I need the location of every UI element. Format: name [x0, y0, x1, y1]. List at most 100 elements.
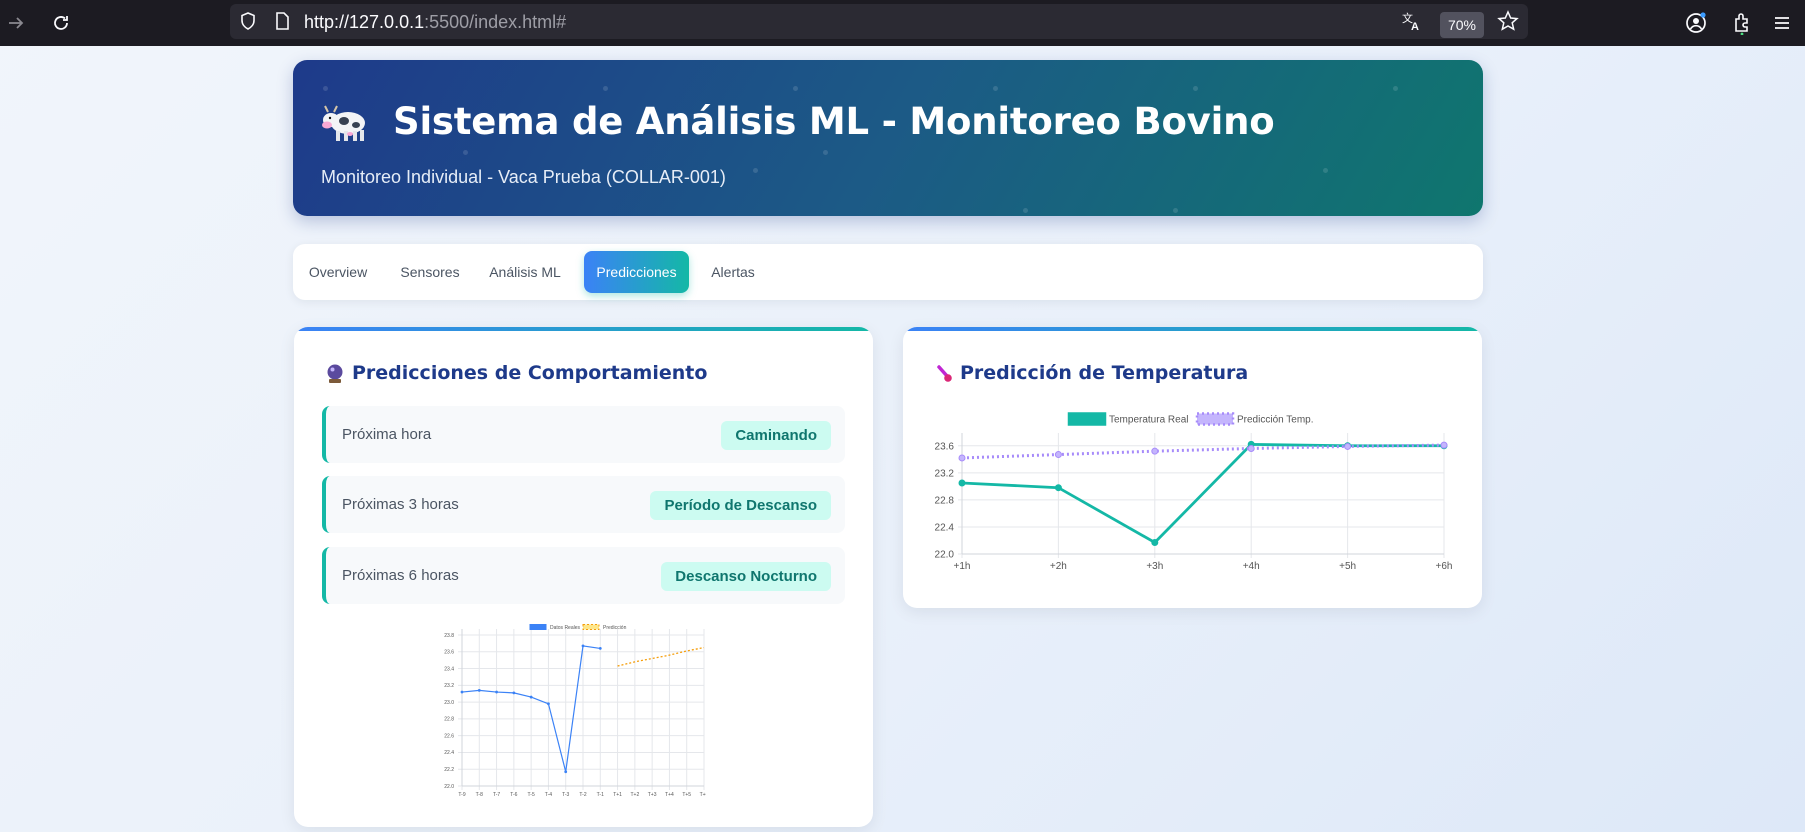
tab-alertas[interactable]: Alertas	[709, 251, 757, 293]
y-tick-label: 23.0	[444, 700, 454, 706]
page-subtitle: Monitoreo Individual - Vaca Prueba (COLL…	[321, 167, 726, 187]
temperature-chart: 22.0 22.4 22.8 23.2 23.6 +1h +2h +3h +4h +5h +6h Te…	[935, 412, 1453, 572]
y-tick-label: 22.4	[444, 750, 454, 756]
legend-label: Predicción	[603, 625, 627, 631]
legend-label: Datos Reales	[550, 625, 581, 631]
data-point	[1054, 451, 1062, 459]
account-icon[interactable]	[1684, 11, 1708, 35]
url-host: http://127.0.0.1	[304, 12, 425, 32]
y-tick-label: 22.2	[444, 767, 454, 773]
x-tick-label: +1h	[954, 561, 971, 572]
data-point	[564, 770, 568, 774]
url-bar[interactable]: http://127.0.0.1:5500/index.html# 文A 70%	[230, 4, 1528, 39]
y-tick-label: 22.8	[444, 717, 454, 723]
url-text[interactable]: http://127.0.0.1:5500/index.html#	[304, 12, 566, 33]
y-tick-label: 23.6	[444, 650, 454, 656]
prediction-badge: Descanso Nocturno	[661, 562, 831, 591]
x-tick-label: T-5	[528, 792, 535, 798]
data-point	[477, 688, 481, 692]
tab-overview[interactable]: Overview	[309, 251, 367, 293]
zoom-level[interactable]: 70%	[1440, 12, 1484, 38]
url-path: :5500/index.html#	[424, 12, 567, 32]
extensions-icon[interactable]	[1730, 11, 1754, 35]
data-point	[958, 454, 966, 462]
behavior-card-title: Predicciones de Comportamiento	[352, 362, 708, 384]
prediction-badge: Período de Descanso	[650, 491, 831, 520]
x-tick-label: +5h	[1339, 561, 1356, 572]
legend-label: Temperatura Real	[1109, 415, 1188, 426]
series-line	[961, 443, 1444, 545]
prediction-item: Próximas 3 horas Período de Descanso	[322, 476, 845, 533]
reload-icon[interactable]	[49, 11, 73, 35]
y-tick-label: 22.8	[935, 495, 955, 506]
browser-toolbar: http://127.0.0.1:5500/index.html# 文A 70%	[0, 0, 1805, 46]
translate-icon[interactable]: 文A	[1400, 9, 1424, 33]
data-point	[1151, 539, 1159, 546]
page-title: Sistema de Análisis ML - Monitoreo Bovin…	[393, 100, 1275, 143]
y-tick-label: 23.6	[935, 441, 955, 452]
legend-label: Predicción Temp.	[1237, 415, 1314, 426]
data-point	[958, 479, 966, 487]
x-tick-label: T-6	[510, 792, 517, 798]
data-point	[460, 690, 464, 694]
data-point	[1054, 484, 1062, 492]
legend-swatch	[529, 624, 547, 630]
y-tick-label: 23.8	[444, 633, 454, 639]
data-point	[529, 695, 533, 699]
menu-icon[interactable]	[1770, 11, 1794, 35]
x-tick-label: T-2	[579, 792, 586, 798]
x-tick-label: T+6	[700, 792, 706, 798]
prediction-label: Próximas 6 horas	[342, 567, 459, 584]
prediction-item: Próxima hora Caminando	[322, 406, 845, 463]
prediction-label: Próxima hora	[342, 426, 432, 443]
data-point	[512, 691, 516, 695]
y-tick-label: 23.4	[444, 666, 454, 672]
history-prediction-chart: 22.0 22.2 22.4 22.6 22.8 23.0 23.2 23.4 23.6 23.8…	[444, 624, 706, 798]
x-tick-label: T-8	[476, 792, 483, 798]
x-tick-label: T-4	[545, 792, 552, 798]
y-tick-label: 22.4	[935, 522, 955, 533]
data-point	[581, 644, 585, 648]
data-point	[547, 702, 550, 706]
x-tick-label: T-9	[458, 792, 465, 798]
dashboard-header: Sistema de Análisis ML - Monitoreo Bovin…	[293, 60, 1483, 216]
x-tick-label: +4h	[1243, 561, 1260, 572]
data-point	[598, 647, 602, 650]
temperature-prediction-card: Predicción de Temperatura 22.0 22.4 22.8 23…	[903, 327, 1482, 608]
shield-icon[interactable]	[236, 9, 260, 33]
thermometer-icon	[937, 365, 952, 382]
legend-swatch	[1067, 412, 1107, 426]
prediction-item: Próximas 6 horas Descanso Nocturno	[322, 547, 845, 604]
x-tick-label: T+4	[665, 792, 674, 798]
x-tick-label: T+1	[613, 792, 622, 798]
x-tick-label: T-7	[493, 792, 500, 798]
x-tick-label: T+3	[648, 792, 657, 798]
behavior-predictions-card: Predicciones de Comportamiento Próxima h…	[294, 327, 873, 827]
x-tick-label: +3h	[1146, 561, 1163, 572]
series-line	[617, 646, 705, 667]
prediction-badge: Caminando	[721, 421, 831, 450]
legend-swatch	[1195, 412, 1235, 426]
data-point	[1151, 447, 1159, 455]
data-point	[1440, 441, 1448, 449]
tab-analisis-ml[interactable]: Análisis ML	[489, 251, 561, 293]
tab-bar: Overview Sensores Análisis ML Prediccion…	[293, 244, 1483, 300]
x-tick-label: +6h	[1436, 561, 1453, 572]
data-point	[495, 690, 498, 694]
crystal-ball-icon	[327, 364, 343, 383]
x-tick-label: T-1	[597, 792, 604, 798]
y-tick-label: 23.2	[935, 468, 955, 479]
prediction-label: Próximas 3 horas	[342, 496, 459, 513]
bookmark-star-icon[interactable]	[1496, 9, 1520, 33]
tab-predicciones[interactable]: Predicciones	[584, 251, 689, 293]
forward-icon[interactable]	[4, 11, 28, 35]
y-tick-label: 22.6	[444, 733, 454, 739]
x-tick-label: T+5	[682, 792, 691, 798]
data-point	[1247, 444, 1255, 452]
y-tick-label: 22.0	[444, 784, 454, 790]
data-point	[1344, 442, 1352, 450]
tab-sensores[interactable]: Sensores	[399, 251, 461, 293]
x-tick-label: +2h	[1050, 561, 1067, 572]
legend-swatch	[582, 624, 600, 630]
page-icon	[270, 9, 294, 33]
